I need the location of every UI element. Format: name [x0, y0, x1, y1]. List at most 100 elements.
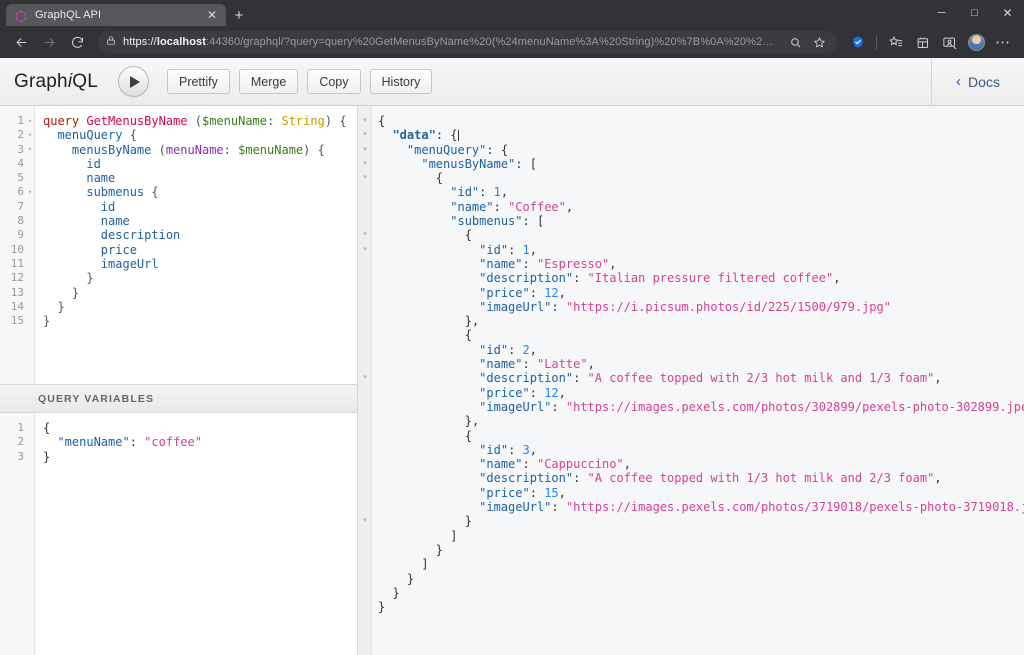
- zoom-icon[interactable]: [785, 32, 805, 52]
- minimize-icon[interactable]: ─: [925, 0, 958, 26]
- result-line: "id": 2,: [378, 343, 1024, 357]
- docs-label: Docs: [968, 74, 1000, 90]
- graphiql-logo: GraphiQL: [14, 71, 98, 93]
- browser-window: GraphQL API ✕ + ─ □ ✕ https://localhost:…: [0, 0, 1024, 655]
- result-line: "data": {: [378, 128, 1024, 142]
- fold-marker[interactable]: ▾: [361, 131, 369, 138]
- browser-essentials-icon[interactable]: [936, 29, 962, 55]
- result-line: }: [378, 586, 1024, 600]
- result-line: },: [378, 314, 1024, 328]
- browser-toolbar-right: ⋯: [845, 29, 1016, 55]
- maximize-icon[interactable]: □: [958, 0, 991, 26]
- code-line: 11 imageUrl: [0, 257, 357, 271]
- toolbar-buttons: Prettify Merge Copy History: [167, 69, 432, 94]
- editor-column: 1▾query GetMenusByName ($menuName: Strin…: [0, 106, 358, 655]
- favorite-star-icon[interactable]: [809, 32, 829, 52]
- result-line: "price": 12,: [378, 386, 1024, 400]
- result-line: "imageUrl": "https://i.picsum.photos/id/…: [378, 300, 1024, 314]
- navigation-toolbar: https://localhost:44360/graphql/?query=q…: [0, 26, 1024, 58]
- prettify-button[interactable]: Prettify: [167, 69, 230, 94]
- result-line: {: [378, 429, 1024, 443]
- tab-close-icon[interactable]: ✕: [204, 9, 220, 21]
- code-line: 14 }: [0, 300, 357, 314]
- url-host: localhost: [157, 36, 206, 48]
- code-line: 1▾query GetMenusByName ($menuName: Strin…: [0, 114, 357, 128]
- play-icon: [130, 76, 140, 88]
- result-line: "name": "Coffee",: [378, 200, 1024, 214]
- result-line: "submenus": [: [378, 214, 1024, 228]
- url-text: https://localhost:44360/graphql/?query=q…: [123, 36, 778, 48]
- fold-marker[interactable]: ▾: [361, 146, 369, 153]
- result-line: "imageUrl": "https://images.pexels.com/p…: [378, 500, 1024, 514]
- result-line: "name": "Latte",: [378, 357, 1024, 371]
- code-line: 8 name: [0, 214, 357, 228]
- code-line: 2▾ menuQuery {: [0, 128, 357, 142]
- result-line: "price": 15,: [378, 486, 1024, 500]
- result-line: }: [378, 543, 1024, 557]
- result-line: "description": "Italian pressure filtere…: [378, 271, 1024, 285]
- tracking-shield-icon[interactable]: [845, 29, 871, 55]
- query-variables-header[interactable]: QUERY VARIABLES: [0, 384, 357, 413]
- fold-marker[interactable]: ▾: [361, 174, 369, 181]
- code-line: 9 description: [0, 228, 357, 242]
- query-codemirror[interactable]: 1▾query GetMenusByName ($menuName: Strin…: [0, 106, 357, 384]
- code-line: 1{: [0, 421, 357, 435]
- variables-editor[interactable]: 1{2 "menuName": "coffee"3}: [0, 413, 357, 655]
- result-json: { "data": { "menuQuery": { "menusByName"…: [372, 106, 1024, 655]
- reload-icon[interactable]: [64, 29, 90, 55]
- code-line: 10 price: [0, 243, 357, 257]
- merge-button[interactable]: Merge: [239, 69, 298, 94]
- result-line: {: [378, 171, 1024, 185]
- profile-avatar[interactable]: [963, 29, 989, 55]
- result-line: {: [378, 114, 1024, 128]
- result-line: "menusByName": [: [378, 157, 1024, 171]
- window-close-icon[interactable]: ✕: [991, 0, 1024, 26]
- settings-more-icon[interactable]: ⋯: [990, 29, 1016, 55]
- variables-codemirror[interactable]: 1{2 "menuName": "coffee"3}: [0, 413, 357, 655]
- fold-marker[interactable]: ▾: [361, 246, 369, 253]
- result-line: "imageUrl": "https://images.pexels.com/p…: [378, 400, 1024, 414]
- logo-suffix: QL: [72, 71, 98, 92]
- collections-icon[interactable]: [909, 29, 935, 55]
- fold-marker[interactable]: ▾: [361, 117, 369, 124]
- code-line: 3▾ menusByName (menuName: $menuName) {: [0, 143, 357, 157]
- query-lines: 1▾query GetMenusByName ($menuName: Strin…: [0, 106, 357, 328]
- query-editor[interactable]: 1▾query GetMenusByName ($menuName: Strin…: [0, 106, 357, 384]
- new-tab-button[interactable]: +: [226, 4, 252, 26]
- result-line: ]: [378, 557, 1024, 571]
- result-line: "description": "A coffee topped with 1/3…: [378, 471, 1024, 485]
- code-line: 6▾ submenus {: [0, 185, 357, 199]
- graphiql-toolbar: GraphiQL Prettify Merge Copy History ‹ D…: [0, 58, 1024, 106]
- history-button[interactable]: History: [370, 69, 433, 94]
- result-line: }: [378, 514, 1024, 528]
- variables-lines: 1{2 "menuName": "coffee"3}: [0, 413, 357, 464]
- text-caret: [458, 130, 459, 141]
- back-icon[interactable]: [8, 29, 34, 55]
- result-line: {: [378, 328, 1024, 342]
- window-controls: ─ □ ✕: [925, 0, 1024, 26]
- code-line: 5 name: [0, 171, 357, 185]
- result-line: {: [378, 228, 1024, 242]
- result-line: }: [378, 572, 1024, 586]
- lock-icon: [106, 35, 116, 49]
- result-line: "id": 1,: [378, 185, 1024, 199]
- browser-tab[interactable]: GraphQL API ✕: [6, 4, 226, 26]
- fold-marker[interactable]: ▾: [361, 374, 369, 381]
- graphql-hexagon-icon: [15, 9, 27, 21]
- fold-marker[interactable]: ▾: [361, 231, 369, 238]
- address-bar[interactable]: https://localhost:44360/graphql/?query=q…: [98, 31, 837, 53]
- graphiql-body: 1▾query GetMenusByName ($menuName: Strin…: [0, 106, 1024, 655]
- result-gutter: ▾ ▾ ▾ ▾ ▾ ▾ ▾ ▾ ▾: [358, 106, 372, 655]
- execute-query-button[interactable]: [118, 66, 149, 97]
- omnibox-actions: [785, 32, 829, 52]
- fold-marker[interactable]: ▾: [361, 517, 369, 524]
- forward-icon: [36, 29, 62, 55]
- result-line: ]: [378, 529, 1024, 543]
- result-line: "menuQuery": {: [378, 143, 1024, 157]
- tab-title: GraphQL API: [35, 9, 196, 21]
- favorites-list-icon[interactable]: [882, 29, 908, 55]
- fold-marker[interactable]: ▾: [361, 160, 369, 167]
- copy-button[interactable]: Copy: [307, 69, 360, 94]
- docs-button[interactable]: ‹ Docs: [932, 58, 1024, 106]
- code-line: 4 id: [0, 157, 357, 171]
